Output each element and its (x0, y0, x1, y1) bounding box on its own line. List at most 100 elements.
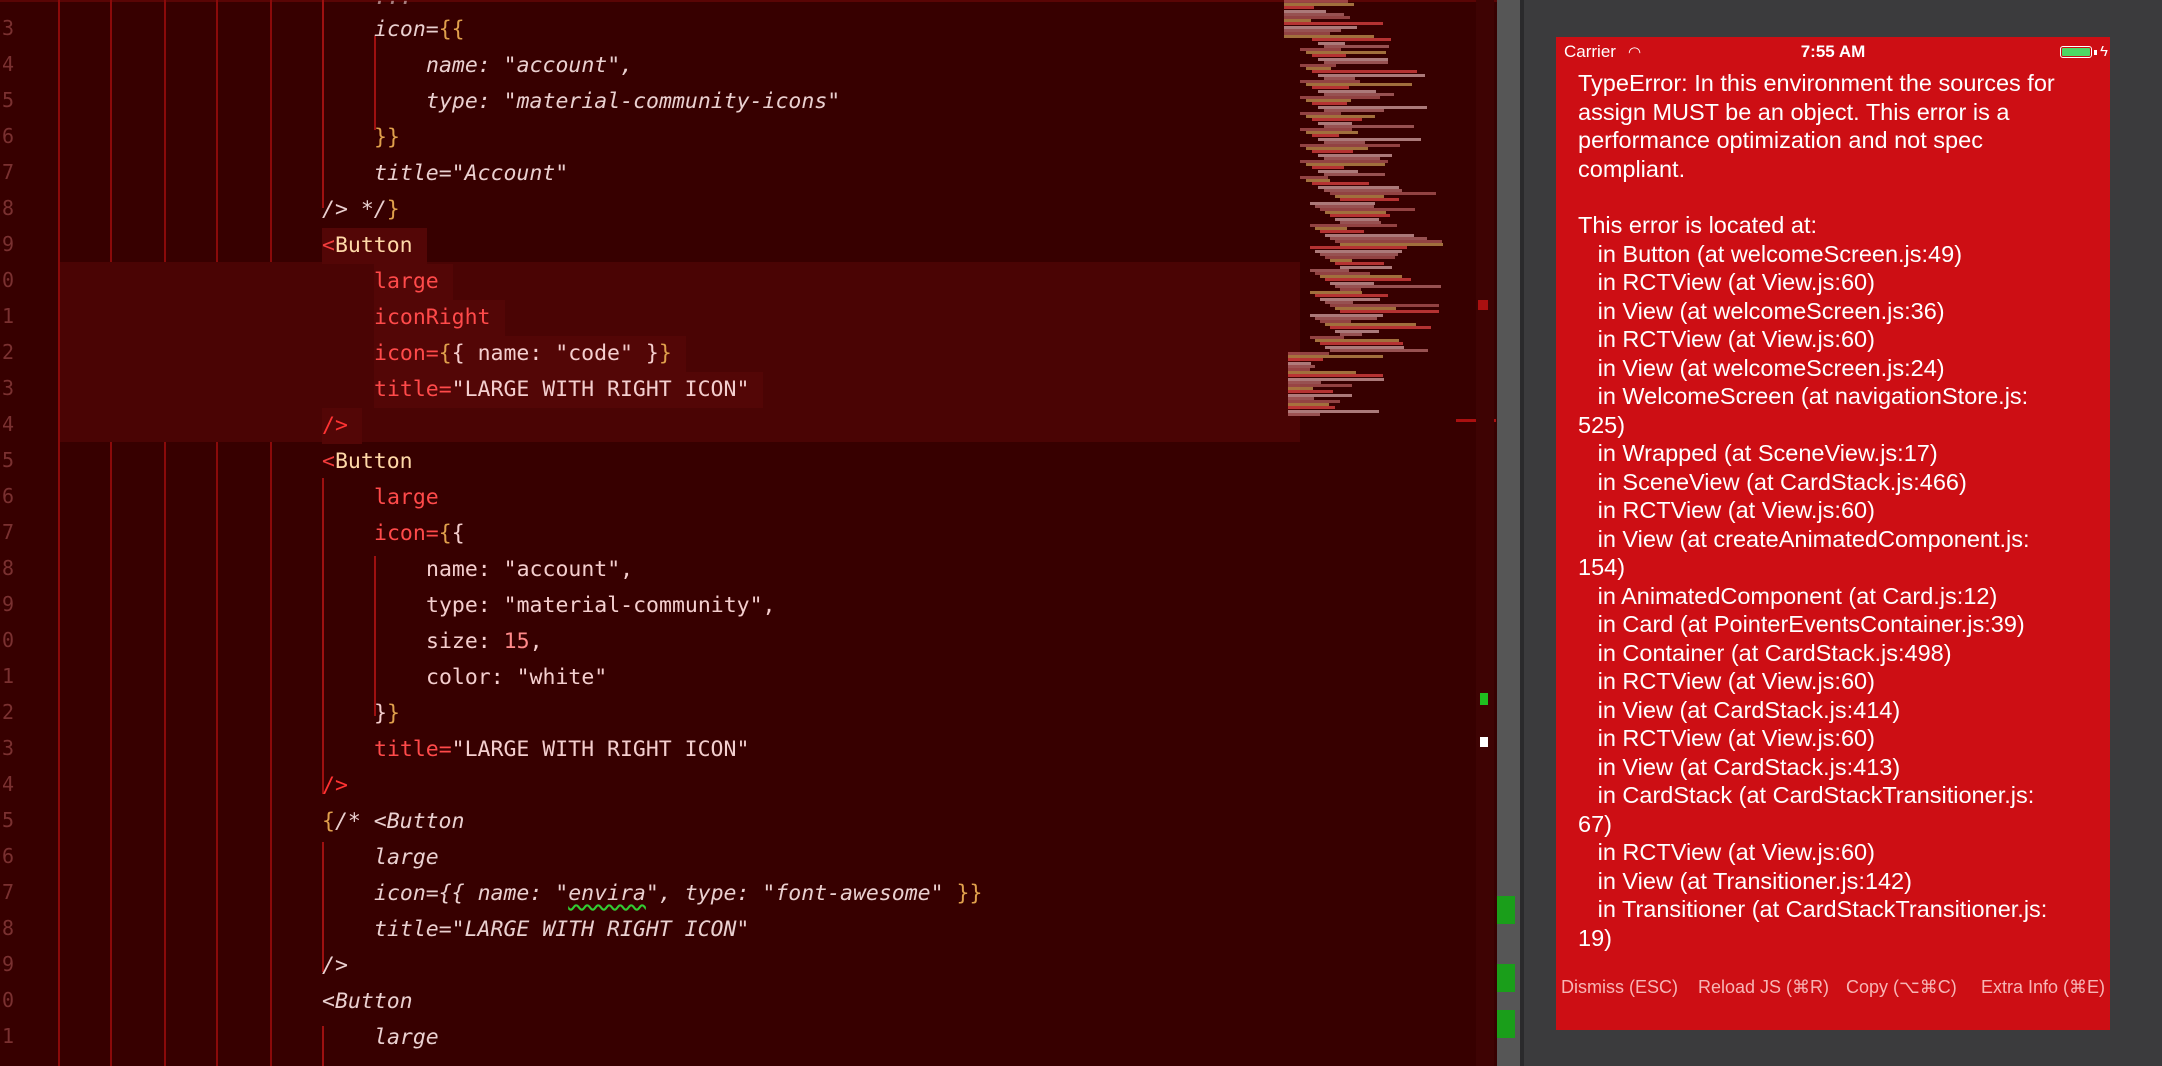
code-line: <Button (322, 228, 427, 264)
code-text: /> (322, 773, 348, 798)
code-editor[interactable]: 34567890123456789012345678901 ... icon={… (0, 0, 1497, 1066)
code-line: icon={{ name: "envira", type: "font-awes… (374, 876, 982, 912)
indent-guide (322, 0, 324, 208)
code-text: large (374, 845, 439, 870)
line-number: 6 (1, 484, 14, 508)
code-text: {{ (438, 17, 465, 42)
code-text: Button (334, 233, 413, 258)
stack-trace: in Button (at welcomeScreen.js:49) in RC… (1578, 240, 2093, 953)
line-number: 2 (1, 700, 14, 724)
line-number: 7 (1, 880, 14, 904)
code-line: icon={{ (374, 521, 465, 546)
desktop-stripe (1497, 896, 1515, 924)
minimap-line (1330, 348, 1429, 352)
code-text: title="Account" (374, 161, 569, 186)
simulator-screen[interactable]: Carrier ◠ 7:55 AM ϟ TypeError: In this e… (1556, 37, 2110, 1030)
code-line: /> (322, 408, 362, 444)
stack-frame: in View (at welcomeScreen.js:36) (1578, 297, 1945, 324)
stack-frame: in View (at createAnimatedComponent.js: … (1578, 525, 2030, 581)
extra-info-button[interactable]: Extra Info (⌘E) (1981, 977, 2105, 998)
code-line: /> */} (322, 192, 400, 228)
code-text: iconRight (374, 305, 491, 330)
stack-frame: in View (at welcomeScreen.js:24) (1578, 354, 1945, 381)
code-line: large (374, 1020, 439, 1056)
code-text: 15 (503, 629, 530, 654)
stack-frame: in Card (at PointerEventsContainer.js:39… (1578, 611, 2025, 637)
line-number: 4 (1, 412, 14, 436)
line-number: 4 (1, 772, 14, 796)
line-number: 4 (1, 52, 14, 76)
reload-js-button[interactable]: Reload JS (⌘R) (1698, 977, 1829, 998)
code-text: type: "material-community", (426, 593, 776, 618)
error-location-label: This error is located at: (1578, 212, 1818, 238)
code-text: icon= (374, 881, 439, 906)
code-text: /> (322, 413, 348, 438)
line-number: 0 (1, 628, 14, 652)
spelling-error-word: envira (568, 881, 646, 906)
code-text: {{ (438, 881, 465, 906)
error-message: TypeError: In this environment the sourc… (1578, 69, 2093, 952)
code-line: name: "account", (426, 552, 633, 588)
code-text: type: "material-community-icons" (426, 89, 841, 114)
code-text: }} (374, 125, 400, 150)
code-line: large (374, 840, 439, 876)
code-line: <Button (322, 449, 413, 474)
code-text: < (322, 233, 335, 258)
stack-frame: in RCTView (at View.js:60) (1578, 497, 1875, 523)
indent-guide (216, 0, 218, 1066)
stack-frame: in View (at Transitioner.js:142) (1578, 867, 1912, 894)
code-line: /> (322, 768, 348, 804)
code-text: /> */ (322, 197, 387, 222)
code-line: }} (374, 120, 400, 156)
scrollbar-marker (1480, 737, 1488, 747)
stack-frame: in Transitioner (at CardStackTransitione… (1578, 896, 2048, 951)
editor-scrollbar[interactable] (1476, 0, 1494, 1066)
code-line: <Button (322, 984, 413, 1020)
battery-tip-icon (2094, 50, 2097, 55)
line-number: 0 (1, 268, 14, 292)
stack-frame: in SceneView (at CardStack.js:466) (1578, 468, 1967, 495)
indent-guide (58, 0, 60, 1066)
indent-guide (270, 0, 272, 1066)
stack-frame: in Button (at welcomeScreen.js:49) (1578, 240, 1963, 267)
indent-guide (374, 556, 376, 716)
copy-button[interactable]: Copy (⌥⌘C) (1846, 977, 1957, 998)
charging-icon: ϟ (2100, 43, 2108, 60)
code-line: }} (374, 701, 400, 726)
code-text: Button (334, 449, 413, 474)
code-text: ", type: "font-awesome" (645, 881, 957, 906)
code-line: icon={{ name: "code" }} (374, 336, 686, 372)
code-text: "LARGE WITH RIGHT ICON" (451, 377, 750, 402)
desktop-stripe (1497, 1010, 1515, 1038)
indent-guide (164, 0, 166, 1066)
redbox-footer: Dismiss (ESC) Reload JS (⌘R) Copy (⌥⌘C) … (1556, 977, 2110, 1013)
status-clock: 7:55 AM (1800, 42, 1866, 61)
dismiss-button[interactable]: Dismiss (ESC) (1561, 977, 1678, 998)
code-text: size: (426, 629, 504, 654)
indent-guide (374, 36, 376, 130)
stack-frame: in WelcomeScreen (at navigationStore.js:… (1578, 383, 2029, 438)
battery-icon (2060, 46, 2092, 58)
stack-frame: in CardStack (at CardStackTransitioner.j… (1578, 782, 2035, 837)
line-number: 3 (1, 376, 14, 400)
code-line: title="LARGE WITH RIGHT ICON" (374, 732, 749, 768)
line-number: 7 (1, 520, 14, 544)
code-line: large (374, 480, 439, 516)
minimap[interactable] (1280, 0, 1450, 420)
code-text: icon= (374, 17, 439, 42)
line-number: 5 (1, 448, 14, 472)
line-number: 3 (1, 16, 14, 40)
code-line: title="LARGE WITH RIGHT ICON" (374, 372, 764, 408)
stack-frame: in RCTView (at View.js:60) (1578, 326, 1875, 352)
line-number: 5 (1, 808, 14, 832)
line-number: 6 (1, 844, 14, 868)
line-number: 1 (1, 304, 14, 328)
code-text: title= (374, 737, 452, 762)
code-text: , (529, 629, 543, 654)
code-line: /> (322, 948, 348, 984)
code-line: title="Account" (374, 156, 568, 192)
line-number: 1 (1, 1024, 14, 1048)
line-number: 5 (1, 88, 14, 112)
editor-top-border (0, 0, 1497, 2)
code-text: name: "code" (464, 341, 646, 366)
